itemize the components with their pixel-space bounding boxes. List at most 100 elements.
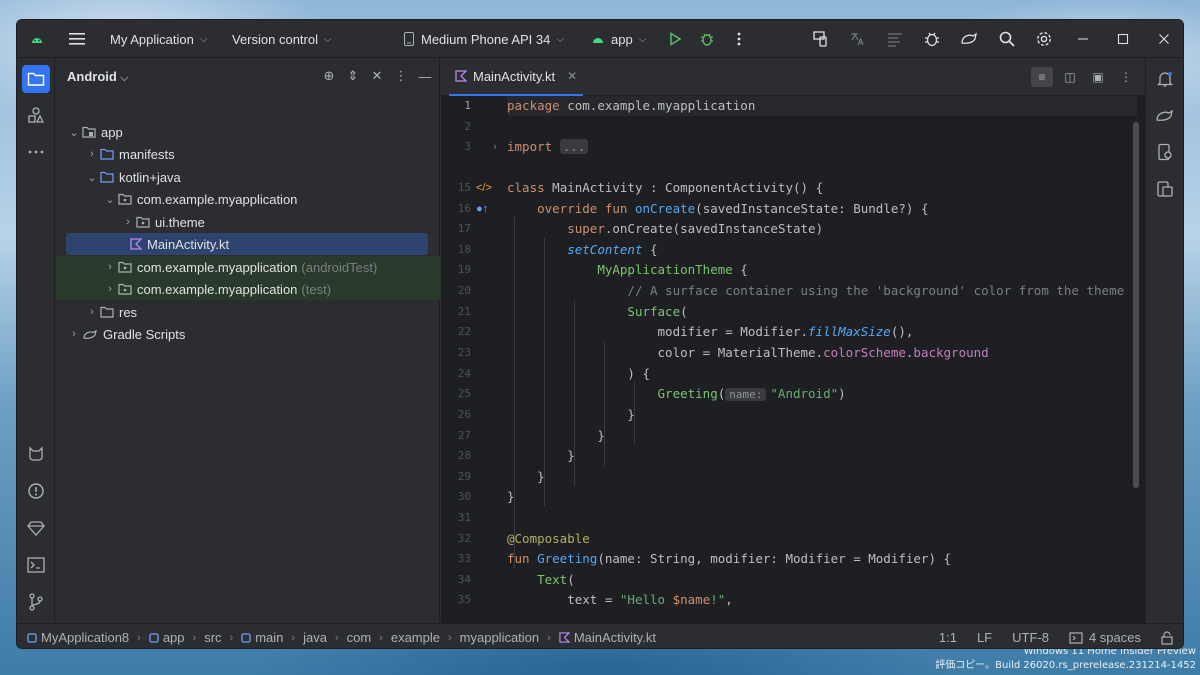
tree-item-res[interactable]: › res xyxy=(66,301,428,323)
breadcrumb-label: java xyxy=(303,630,327,645)
line-separator[interactable]: LF xyxy=(977,630,992,645)
tree-item-package-android-test[interactable]: › com.example.myapplication (androidTest… xyxy=(56,256,440,278)
line-number: 20 xyxy=(457,284,471,297)
override-gutter-icon[interactable]: ●↑ xyxy=(476,203,488,215)
layout-inspector-icon[interactable] xyxy=(883,27,907,51)
breadcrumb-label: src xyxy=(204,630,222,645)
code-view-icon[interactable]: ≡ xyxy=(1031,67,1053,87)
more-actions-icon[interactable] xyxy=(727,27,751,51)
locate-icon[interactable]: ⊕ xyxy=(321,67,337,85)
terminal-icon[interactable] xyxy=(22,551,50,579)
chevron-right-icon: › xyxy=(379,631,383,644)
breadcrumb-item[interactable]: example xyxy=(391,630,440,645)
git-icon[interactable] xyxy=(22,588,50,616)
breadcrumb-item[interactable]: MainActivity.kt xyxy=(559,630,656,645)
breadcrumb-item[interactable]: main xyxy=(241,630,283,645)
search-icon[interactable] xyxy=(995,27,1019,51)
device-selector[interactable]: Medium Phone API 34 ⌵ xyxy=(403,20,564,58)
close-tab-icon[interactable]: ✕ xyxy=(567,69,577,83)
chevron-down-icon: ⌵ xyxy=(324,33,332,45)
device-manager-icon[interactable] xyxy=(809,27,833,51)
code-line: class MainActivity : ComponentActivity()… xyxy=(507,180,824,195)
running-devices-icon[interactable] xyxy=(1151,175,1179,203)
package-icon xyxy=(118,261,132,273)
device-name: Medium Phone API 34 xyxy=(421,31,551,47)
debug-icon[interactable] xyxy=(695,27,719,51)
gradle-sync-icon[interactable] xyxy=(957,27,981,51)
tree-item-main-activity[interactable]: MainActivity.kt xyxy=(66,233,428,255)
close-icon[interactable] xyxy=(1152,27,1176,51)
version-control-label: Version control xyxy=(232,31,318,47)
folder-icon xyxy=(100,306,114,318)
project-view-selector[interactable]: Android ⌵ xyxy=(67,69,128,84)
tree-item-ui-theme[interactable]: › ui.theme xyxy=(66,211,428,233)
project-selector[interactable]: My Application ⌵ xyxy=(110,20,207,58)
lock-icon[interactable] xyxy=(1161,630,1173,645)
run-icon[interactable] xyxy=(663,27,687,51)
package-icon xyxy=(118,283,132,295)
options-icon[interactable]: ⋮ xyxy=(393,67,409,85)
problems-icon[interactable] xyxy=(22,477,50,505)
android-icon xyxy=(591,34,605,44)
breadcrumb-item[interactable]: src xyxy=(204,630,221,645)
design-view-icon[interactable]: ▣ xyxy=(1087,67,1109,87)
module-folder-icon xyxy=(82,126,96,138)
breadcrumb-item[interactable]: java xyxy=(303,630,327,645)
project-tool-icon[interactable] xyxy=(22,65,50,93)
run-config-selector[interactable]: app ⌵ xyxy=(591,20,646,58)
code-line: } xyxy=(627,407,635,422)
hide-panel-icon[interactable]: — xyxy=(417,67,433,85)
tab-main-activity[interactable]: MainActivity.kt ✕ xyxy=(449,58,584,96)
code-line: fun Greeting(name: String, modifier: Mod… xyxy=(507,551,952,566)
resource-manager-icon[interactable] xyxy=(22,101,50,129)
app-inspection-icon[interactable] xyxy=(920,27,944,51)
split-view-icon[interactable]: ◫ xyxy=(1059,67,1081,87)
collapse-all-icon[interactable]: ✕ xyxy=(369,67,385,85)
caret-position[interactable]: 1:1 xyxy=(939,630,957,645)
fold-chevron-icon[interactable]: › xyxy=(493,141,497,153)
code-line: // A surface container using the 'backgr… xyxy=(627,283,1125,298)
more-tools-icon[interactable] xyxy=(22,138,50,166)
kotlin-file-icon xyxy=(130,238,142,250)
tree-item-kotlin-java[interactable]: ⌄ kotlin+java xyxy=(66,166,428,188)
device-explorer-icon[interactable] xyxy=(1151,138,1179,166)
breadcrumb-item[interactable]: myapplication xyxy=(460,630,540,645)
line-number: 24 xyxy=(457,367,471,380)
chevron-right-icon: › xyxy=(334,631,339,644)
chevron-right-icon: › xyxy=(192,631,197,644)
app-quality-insights-icon[interactable] xyxy=(22,514,50,542)
code-line: setContent { xyxy=(567,242,658,257)
file-encoding[interactable]: UTF-8 xyxy=(1012,630,1049,645)
tree-item-gradle-scripts[interactable]: › Gradle Scripts xyxy=(66,323,428,345)
code-area[interactable]: package com.example.myapplication import… xyxy=(507,96,1137,623)
code-line: color = MaterialTheme.colorScheme.backgr… xyxy=(657,345,989,360)
title-bar: My Application ⌵ Version control ⌵ Mediu… xyxy=(17,20,1183,58)
tree-item-app[interactable]: ⌄ app xyxy=(66,121,428,143)
tree-item-package-main[interactable]: ⌄ com.example.myapplication xyxy=(66,188,428,210)
gradle-tool-icon[interactable] xyxy=(1151,101,1179,129)
breadcrumb-item[interactable]: MyApplication8 xyxy=(27,630,129,645)
project-panel: Android ⌵ ⊕ ⇕ ✕ ⋮ — ⌄ app › manifests ⌄ … xyxy=(56,58,440,623)
code-line: MyApplicationTheme { xyxy=(597,262,748,277)
translate-icon[interactable] xyxy=(845,27,869,51)
gear-icon[interactable] xyxy=(1032,27,1056,51)
breadcrumb-item[interactable]: app xyxy=(149,630,185,645)
logcat-icon[interactable] xyxy=(22,439,50,467)
tree-item-package-test[interactable]: › com.example.myapplication (test) xyxy=(56,278,440,300)
breadcrumb-label: myapplication xyxy=(459,630,540,645)
module-icon xyxy=(27,632,37,643)
folded-imports[interactable]: ... xyxy=(559,139,589,154)
main-menu-icon[interactable] xyxy=(65,27,89,51)
breadcrumb-item[interactable]: com xyxy=(347,630,372,645)
run-gutter-icon[interactable]: </> xyxy=(476,182,492,194)
code-line: text = "Hello $name!", xyxy=(567,592,733,607)
indent-settings[interactable]: 4 spaces xyxy=(1069,630,1141,645)
version-control-menu[interactable]: Version control ⌵ xyxy=(232,20,332,58)
status-bar: MyApplication8 › app › src › main › java › com › exa… xyxy=(17,623,1183,648)
notifications-icon[interactable] xyxy=(1151,65,1179,93)
minimize-icon[interactable] xyxy=(1071,27,1095,51)
maximize-icon[interactable] xyxy=(1111,27,1135,51)
editor-options-icon[interactable]: ⋮ xyxy=(1115,67,1137,87)
tree-item-manifests[interactable]: › manifests xyxy=(66,143,428,165)
expand-collapse-icon[interactable]: ⇕ xyxy=(345,67,361,85)
